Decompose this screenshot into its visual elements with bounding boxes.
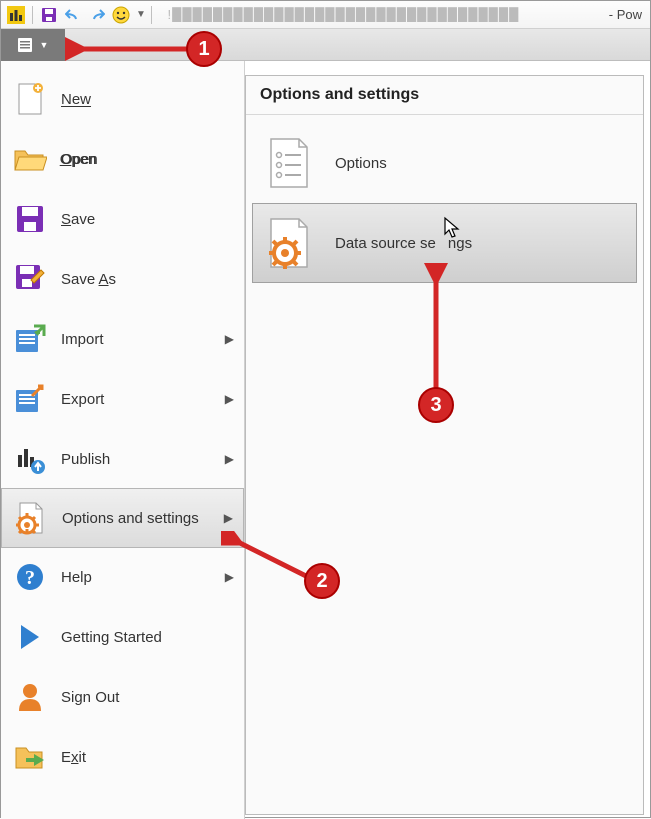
callout-1: 1 xyxy=(186,31,222,67)
submenu-arrow-icon: ▶ xyxy=(225,332,234,346)
menu-label: Exit xyxy=(61,749,86,766)
menu-item-open[interactable]: Open /*placeholder*/ Open xyxy=(1,129,244,189)
dropdown-caret-icon[interactable]: ▼ xyxy=(136,9,146,20)
panel-label: Options xyxy=(335,155,387,172)
menu-item-sign-out[interactable]: Sign Out xyxy=(1,667,244,727)
menu-label: Sign Out xyxy=(61,689,119,706)
file-menu: New Open /*placeholder*/ Open Save Save … xyxy=(1,61,245,819)
menu-item-getting-started[interactable]: Getting Started xyxy=(1,607,244,667)
menu-label: Publish xyxy=(61,451,110,468)
file-tab-icon xyxy=(18,38,36,52)
window-title: !██████████████████████████████████ - Po… xyxy=(163,7,646,22)
menu-item-options-settings[interactable]: Options and settings ▶ xyxy=(1,488,244,548)
menu-label-open: Open xyxy=(60,151,97,168)
sign-out-icon xyxy=(13,680,47,714)
submenu-arrow-icon: ▶ xyxy=(225,392,234,406)
menu-item-import[interactable]: Import ▶ xyxy=(1,309,244,369)
file-tab-button[interactable]: ▼ xyxy=(1,29,65,61)
save-as-icon xyxy=(13,262,47,296)
export-icon xyxy=(13,382,47,416)
import-icon xyxy=(13,322,47,356)
data-source-settings-icon xyxy=(265,215,313,271)
exit-icon xyxy=(13,740,47,774)
save-icon xyxy=(13,202,47,236)
new-icon xyxy=(13,82,47,116)
menu-item-save[interactable]: Save xyxy=(1,189,244,249)
mouse-cursor-icon xyxy=(443,216,463,243)
smiley-icon[interactable] xyxy=(110,4,132,26)
open-icon xyxy=(13,142,47,176)
menu-label: Getting Started xyxy=(61,629,162,646)
menu-item-export[interactable]: Export ▶ xyxy=(1,369,244,429)
options-icon xyxy=(265,135,313,191)
submenu-arrow-icon: ▶ xyxy=(225,452,234,466)
panel-header: Options and settings xyxy=(246,76,643,115)
app-name-suffix: - Pow xyxy=(609,7,646,22)
menu-label: Export xyxy=(61,391,104,408)
menu-label: Help xyxy=(61,569,92,586)
callout-2: 2 xyxy=(304,563,340,599)
chevron-down-icon: ▼ xyxy=(40,40,49,50)
menu-label: Import xyxy=(61,331,104,348)
ribbon-bar: ▼ xyxy=(1,29,650,61)
undo-icon[interactable] xyxy=(62,4,84,26)
menu-label: Options and settings xyxy=(62,510,199,527)
app-icon xyxy=(5,4,27,26)
panel-item-options[interactable]: Options xyxy=(252,123,637,203)
submenu-arrow-icon: ▶ xyxy=(224,511,233,525)
menu-item-publish[interactable]: Publish ▶ xyxy=(1,429,244,489)
redo-icon[interactable] xyxy=(86,4,108,26)
menu-item-save-as[interactable]: Save As xyxy=(1,249,244,309)
menu-item-help[interactable]: ? Help ▶ xyxy=(1,547,244,607)
titlebar: ▼ !██████████████████████████████████ - … xyxy=(1,1,650,29)
submenu-arrow-icon: ▶ xyxy=(225,570,234,584)
menu-label: Save As xyxy=(61,271,116,288)
submenu-panel: Options and settings Options Data source… xyxy=(245,75,644,815)
help-icon: ? xyxy=(13,560,47,594)
save-icon[interactable] xyxy=(38,4,60,26)
getting-started-icon xyxy=(13,620,47,654)
callout-3: 3 xyxy=(418,387,454,423)
separator xyxy=(32,6,33,24)
menu-label: New xyxy=(61,91,91,108)
menu-label: Save xyxy=(61,211,95,228)
separator xyxy=(151,6,152,24)
menu-item-new[interactable]: New xyxy=(1,69,244,129)
panel-item-data-source-settings[interactable]: Data source sengs xyxy=(252,203,637,283)
publish-icon xyxy=(13,442,47,476)
menu-item-exit[interactable]: Exit xyxy=(1,727,244,787)
options-settings-icon xyxy=(14,501,48,535)
svg-text:?: ? xyxy=(25,567,35,589)
